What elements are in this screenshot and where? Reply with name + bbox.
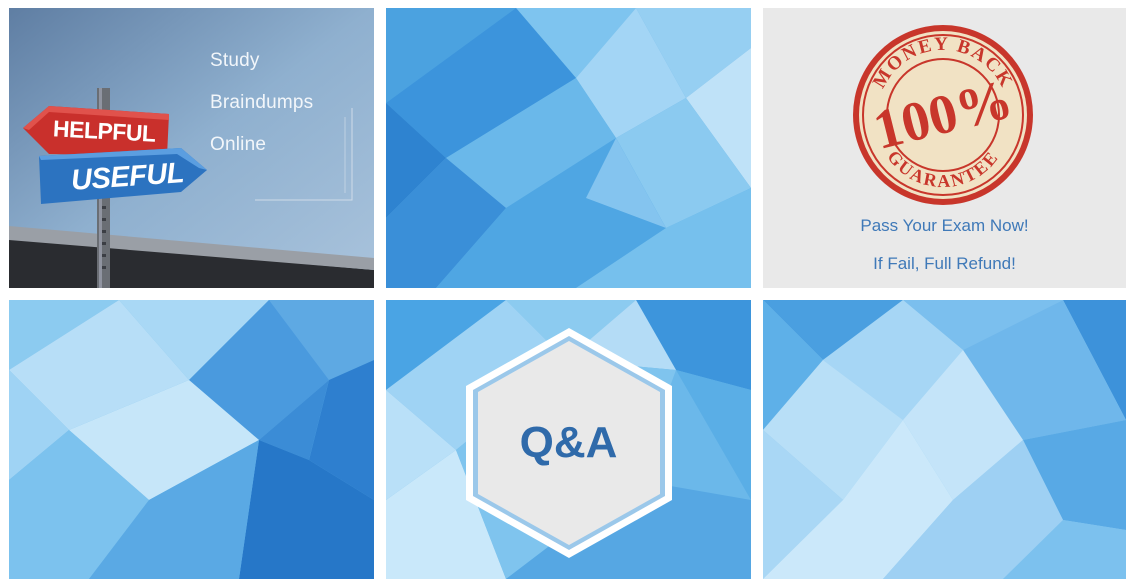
- refund-text: If Fail, Full Refund!: [873, 254, 1016, 273]
- blue-polygon-tile-2: [9, 300, 374, 579]
- helpful-sign-label: HELPFUL: [52, 115, 157, 147]
- study-braindumps-tile: HELPFUL USEFUL Study Braindumps Online: [9, 8, 374, 288]
- qa-tile: Q&A: [386, 300, 751, 579]
- polygon-pattern: [9, 300, 374, 579]
- blue-polygon-tile-3: [763, 300, 1126, 579]
- polygon-pattern: [763, 300, 1126, 579]
- study-line-3: Online: [210, 134, 267, 155]
- polygon-pattern: [386, 8, 751, 288]
- pass-exam-text: Pass Your Exam Now!: [860, 216, 1029, 235]
- money-back-seal: MONEY BACK GUARANTEE 100%: [853, 25, 1033, 205]
- blue-polygon-tile-1: [386, 8, 751, 288]
- study-line-1: Study: [210, 50, 260, 71]
- money-back-guarantee-tile: MONEY BACK GUARANTEE 100% Pass Your Exam…: [763, 8, 1126, 288]
- study-tile-background: [9, 8, 374, 288]
- study-line-2: Braindumps: [210, 92, 314, 113]
- qa-label: Q&A: [519, 418, 618, 467]
